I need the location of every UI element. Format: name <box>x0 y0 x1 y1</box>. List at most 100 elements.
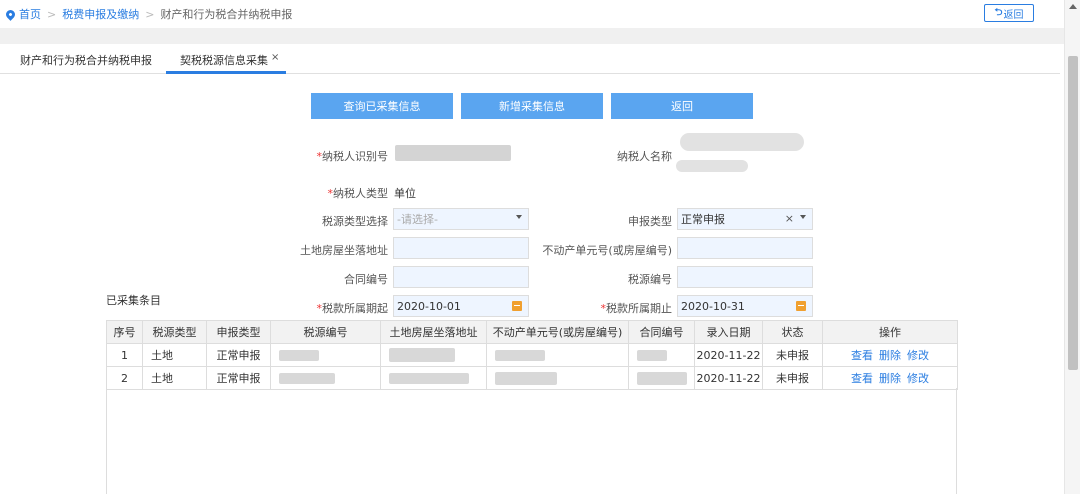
contract-no-cell <box>628 343 695 367</box>
column-header: 税源类型 <box>142 320 207 344</box>
scrollbar-thumb[interactable] <box>1068 56 1078 370</box>
redacted-taxpayer-name-line2 <box>676 160 748 172</box>
page-scrollbar[interactable] <box>1064 0 1080 494</box>
declare-type-cell: 正常申报 <box>206 343 271 367</box>
status-cell: 未申报 <box>762 343 823 367</box>
collected-items-title: 已采集条目 <box>106 294 161 307</box>
close-icon[interactable]: × <box>271 52 279 63</box>
tab-deed-tax-source-collection[interactable]: 契税税源信息采集 × <box>180 52 279 68</box>
operations-cell: 查看 删除 修改 <box>822 343 958 367</box>
period-start-value: 2020-10-01 <box>397 299 461 313</box>
redacted-value <box>637 371 687 385</box>
period-end-label: *税款所属期止 <box>600 302 673 315</box>
declare-type-value: 正常申报 <box>681 213 725 226</box>
tab-bar: 财产和行为税合并纳税申报 契税税源信息采集 × <box>0 44 1060 74</box>
breadcrumb-bar: 首页 > 税费申报及缴纳 > 财产和行为税合并纳税申报 ⮌ 返回 <box>0 0 1064 28</box>
address-input[interactable] <box>393 237 529 259</box>
period-end-value: 2020-10-31 <box>681 299 745 313</box>
redacted-value <box>279 350 319 361</box>
return-arrow-icon: ⮌ <box>994 6 1003 18</box>
back-button[interactable]: 返回 <box>611 93 753 119</box>
collected-items-table: 序号 税源类型 申报类型 税源编号 土地房屋坐落地址 不动产单元号(或房屋编号)… <box>106 320 958 390</box>
add-collection-button[interactable]: 新增采集信息 <box>461 93 603 119</box>
column-header: 不动产单元号(或房屋编号) <box>486 320 629 344</box>
breadcrumb-tax-filing-link[interactable]: 税费申报及缴纳 <box>62 6 139 22</box>
tab-label: 财产和行为税合并纳税申报 <box>20 54 152 67</box>
redacted-taxpayer-name <box>680 133 804 151</box>
breadcrumb: 首页 > 税费申报及缴纳 > 财产和行为税合并纳税申报 <box>4 6 293 22</box>
breadcrumb-separator: > <box>47 7 57 21</box>
column-header: 税源编号 <box>270 320 381 344</box>
period-start-input[interactable]: 2020-10-01 <box>393 295 529 317</box>
source-no-cell <box>270 343 381 367</box>
taxpayer-id-label: *纳税人识别号 <box>316 150 389 163</box>
status-cell: 未申报 <box>762 366 823 390</box>
source-type-cell: 土地 <box>142 366 207 390</box>
calendar-icon[interactable] <box>796 301 806 311</box>
source-type-label: 税源类型选择 <box>322 215 388 228</box>
breadcrumb-home-link[interactable]: 首页 <box>19 6 41 22</box>
contract-no-label: 合同编号 <box>344 273 388 286</box>
column-header: 申报类型 <box>206 320 271 344</box>
active-tab-indicator <box>166 71 286 74</box>
address-cell <box>380 366 487 390</box>
period-start-label: *税款所属期起 <box>316 302 389 315</box>
column-header: 土地房屋坐落地址 <box>380 320 487 344</box>
edit-link[interactable]: 修改 <box>907 372 929 385</box>
redacted-value <box>495 371 557 385</box>
period-end-input[interactable]: 2020-10-31 <box>677 295 813 317</box>
location-pin-icon <box>4 7 17 21</box>
declare-type-label: 申报类型 <box>628 215 672 228</box>
redacted-value <box>389 348 455 362</box>
source-no-label: 税源编号 <box>628 273 672 286</box>
address-cell <box>380 343 487 367</box>
address-label: 土地房屋坐落地址 <box>300 244 388 257</box>
row-number: 1 <box>106 343 143 367</box>
calendar-icon[interactable] <box>512 301 522 311</box>
tab-combined-tax-declaration[interactable]: 财产和行为税合并纳税申报 <box>20 52 152 68</box>
property-unit-input[interactable] <box>677 237 813 259</box>
back-button-top[interactable]: ⮌ 返回 <box>984 4 1034 22</box>
property-unit-cell <box>486 366 629 390</box>
table-empty-area <box>106 388 957 494</box>
tab-label: 契税税源信息采集 <box>180 54 268 67</box>
contract-no-input[interactable] <box>393 266 529 288</box>
breadcrumb-current: 财产和行为税合并纳税申报 <box>160 8 293 21</box>
column-header: 操作 <box>822 320 958 344</box>
entry-date-cell: 2020-11-22 <box>694 343 763 367</box>
table-row: 2 土地 正常申报 2020-11-22 未申报 查看 删除 修改 <box>106 366 958 390</box>
view-link[interactable]: 查看 <box>851 349 873 362</box>
column-header: 录入日期 <box>694 320 763 344</box>
source-no-input[interactable] <box>677 266 813 288</box>
contract-no-cell <box>628 366 695 390</box>
property-unit-cell <box>486 343 629 367</box>
redacted-taxpayer-id <box>395 145 511 161</box>
query-collected-button[interactable]: 查询已采集信息 <box>311 93 453 119</box>
table-row: 1 土地 正常申报 2020-11-22 未申报 查看 删除 修改 <box>106 343 958 367</box>
table-header-row: 序号 税源类型 申报类型 税源编号 土地房屋坐落地址 不动产单元号(或房屋编号)… <box>106 320 958 344</box>
column-header: 序号 <box>106 320 143 344</box>
clear-icon[interactable]: × <box>785 212 794 225</box>
redacted-value <box>637 350 667 361</box>
taxpayer-type-value: 单位 <box>394 187 416 200</box>
taxpayer-name-label: 纳税人名称 <box>617 150 672 163</box>
redacted-value <box>495 350 545 361</box>
declare-type-select[interactable]: 正常申报 × <box>677 208 813 230</box>
source-type-cell: 土地 <box>142 343 207 367</box>
declare-type-cell: 正常申报 <box>206 366 271 390</box>
redacted-value <box>389 373 469 384</box>
scroll-up-arrow-icon[interactable] <box>1069 4 1077 9</box>
source-type-placeholder: -请选择- <box>397 213 438 226</box>
property-unit-label: 不动产单元号(或房屋编号) <box>542 244 672 257</box>
edit-link[interactable]: 修改 <box>907 349 929 362</box>
view-link[interactable]: 查看 <box>851 372 873 385</box>
redacted-value <box>279 373 335 384</box>
column-header: 状态 <box>762 320 823 344</box>
delete-link[interactable]: 删除 <box>879 372 901 385</box>
entry-date-cell: 2020-11-22 <box>694 366 763 390</box>
breadcrumb-separator: > <box>145 7 155 21</box>
source-type-select[interactable]: -请选择- <box>393 208 529 230</box>
column-header: 合同编号 <box>628 320 695 344</box>
delete-link[interactable]: 删除 <box>879 349 901 362</box>
source-no-cell <box>270 366 381 390</box>
